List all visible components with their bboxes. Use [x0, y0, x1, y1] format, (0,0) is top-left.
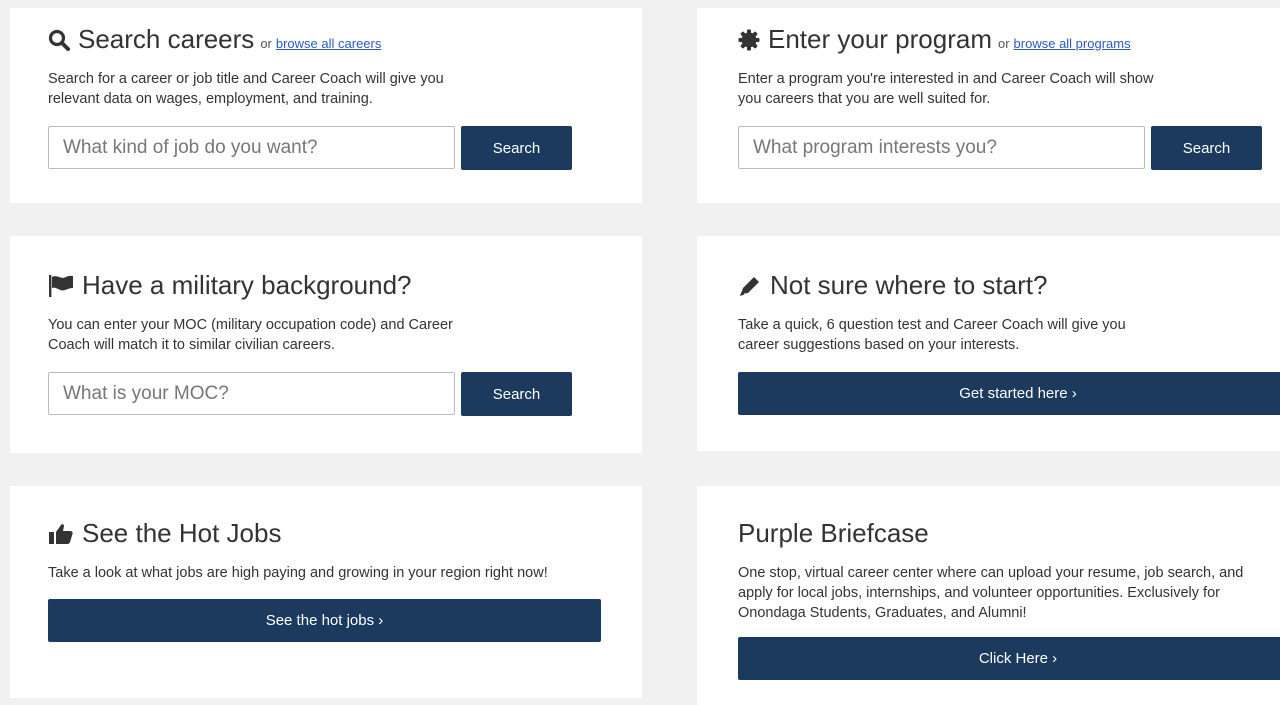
moc-search-button[interactable]: Search	[461, 372, 572, 416]
search-careers-title: Search careers	[78, 24, 255, 54]
start-description: Take a quick, 6 question test and Career…	[738, 315, 1280, 355]
desc-line-2: Coach will match it to similar civilian …	[48, 337, 335, 353]
moc-search-form: Search	[48, 372, 642, 416]
moc-search-input[interactable]	[48, 372, 455, 415]
flag-icon	[48, 274, 74, 297]
career-search-input[interactable]	[48, 126, 455, 169]
hot-jobs-heading: See the Hot Jobs	[48, 518, 642, 549]
program-search-form: Search	[738, 126, 1280, 170]
program-search-input[interactable]	[738, 126, 1145, 169]
program-search-button[interactable]: Search	[1151, 126, 1262, 170]
pencil-icon	[738, 275, 762, 297]
start-panel: Not sure where to start? Take a quick, 6…	[697, 236, 1280, 451]
search-icon	[48, 29, 70, 51]
desc-line-2: career suggestions based on your interes…	[738, 337, 1020, 353]
desc-line-1: Enter a program you're interested in and…	[738, 71, 1154, 87]
enter-program-heading: Enter your program or browse all program…	[738, 24, 1280, 55]
search-careers-panel: Search careers or browse all careers Sea…	[10, 8, 642, 203]
hot-jobs-description: Take a look at what jobs are high paying…	[48, 565, 548, 581]
or-text: or	[260, 36, 272, 51]
desc-line-1: Take a quick, 6 question test and Career…	[738, 317, 1126, 333]
purple-briefcase-title: Purple Briefcase	[738, 518, 929, 548]
start-heading: Not sure where to start?	[738, 270, 1280, 301]
enter-program-title: Enter your program	[768, 24, 992, 54]
search-careers-heading: Search careers or browse all careers	[48, 24, 642, 55]
get-started-button[interactable]: Get started here ›	[738, 372, 1280, 415]
click-here-button[interactable]: Click Here ›	[738, 637, 1280, 680]
gear-icon	[738, 29, 760, 51]
military-title: Have a military background?	[82, 270, 412, 300]
browse-all-careers-link[interactable]: browse all careers	[276, 36, 382, 51]
desc-line-2: you careers that you are well suited for…	[738, 91, 991, 107]
desc-line-2: relevant data on wages, employment, and …	[48, 91, 373, 107]
career-search-form: Search	[48, 126, 642, 170]
search-careers-description: Search for a career or job title and Car…	[48, 69, 642, 109]
enter-program-description: Enter a program you're interested in and…	[738, 69, 1280, 109]
purple-briefcase-panel: Purple Briefcase One stop, virtual caree…	[697, 486, 1280, 705]
start-title: Not sure where to start?	[770, 270, 1048, 300]
page: Search careers or browse all careers Sea…	[0, 0, 1280, 705]
career-search-button[interactable]: Search	[461, 126, 572, 170]
or-text: or	[997, 36, 1010, 51]
purple-briefcase-description: One stop, virtual career center where ca…	[738, 565, 1244, 621]
browse-all-programs-link[interactable]: browse all programs	[1014, 36, 1131, 51]
military-heading: Have a military background?	[48, 270, 642, 301]
military-description: You can enter your MOC (military occupat…	[48, 315, 642, 355]
military-panel: Have a military background? You can ente…	[10, 236, 642, 453]
purple-briefcase-heading: Purple Briefcase	[738, 518, 1280, 549]
desc-line-1: You can enter your MOC (military occupat…	[48, 317, 453, 333]
thumbs-up-icon	[48, 523, 74, 545]
see-hot-jobs-button[interactable]: See the hot jobs ›	[48, 599, 601, 642]
hot-jobs-title: See the Hot Jobs	[82, 518, 282, 548]
enter-program-panel: Enter your program or browse all program…	[697, 8, 1280, 203]
hot-jobs-panel: See the Hot Jobs Take a look at what job…	[10, 486, 642, 698]
desc-line-1: Search for a career or job title and Car…	[48, 71, 444, 87]
